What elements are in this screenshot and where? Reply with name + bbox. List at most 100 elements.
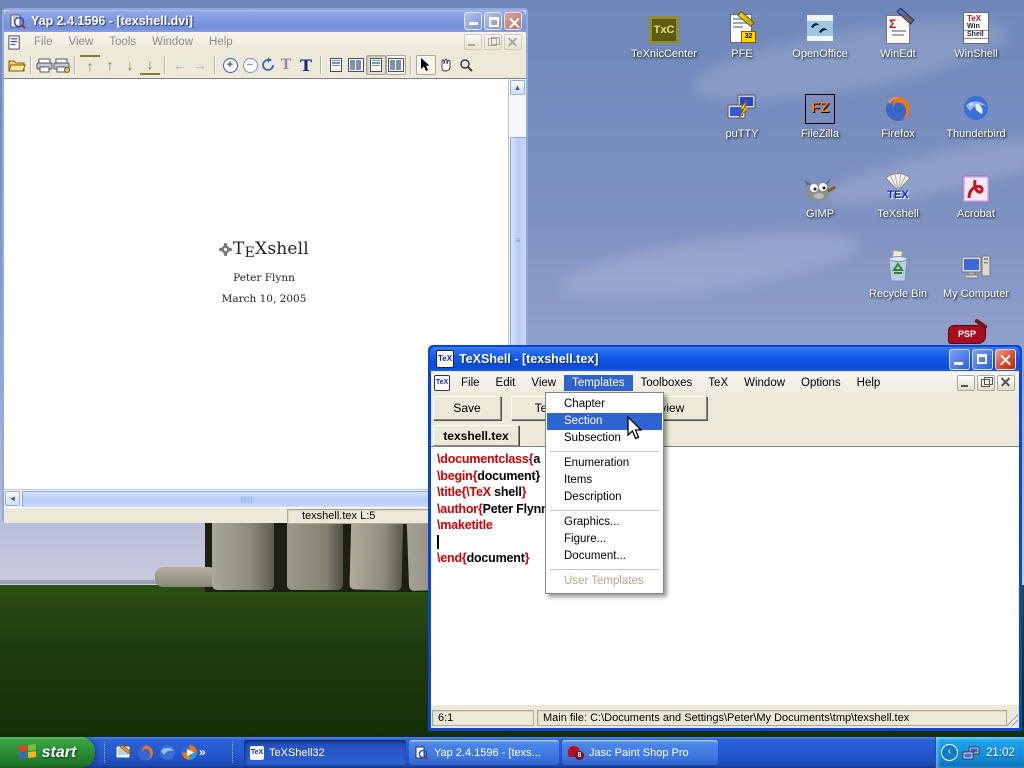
toolbar-drag-handle[interactable] bbox=[232, 742, 236, 763]
yap-menu-tools[interactable]: Tools bbox=[101, 36, 144, 48]
pointer-tool-icon[interactable] bbox=[416, 55, 436, 75]
editor-area[interactable]: \documentclass{a \begin{document} \title… bbox=[431, 446, 1019, 705]
desktop-icon-texniccenter[interactable]: TxC TeXnicCenter bbox=[626, 8, 702, 62]
winshell-icon: TeX Win Shell bbox=[938, 8, 1014, 44]
first-page-icon[interactable]: ↑ bbox=[80, 55, 100, 75]
desktop-icon-thunderbird[interactable]: Thunderbird bbox=[938, 88, 1014, 142]
next-page-icon[interactable]: ↓ bbox=[120, 55, 140, 75]
scroll-up-icon[interactable]: ▲ bbox=[510, 80, 525, 95]
desktop-icon-winedt[interactable]: Σ WinEdt bbox=[860, 8, 936, 62]
ts-menu-edit[interactable]: Edit bbox=[488, 375, 524, 391]
ruler-tool-icon[interactable]: T bbox=[276, 55, 296, 75]
back-icon[interactable]: ← bbox=[170, 55, 190, 75]
ts-menu-toolboxes[interactable]: Toolboxes bbox=[633, 375, 701, 391]
zoom-in-icon[interactable]: + bbox=[220, 55, 240, 75]
scroll-left-icon[interactable]: ◄ bbox=[5, 491, 20, 506]
hand-tool-icon[interactable] bbox=[436, 55, 456, 75]
mdi-minimize-button[interactable] bbox=[957, 375, 975, 391]
ts-menu-templates[interactable]: Templates bbox=[564, 375, 632, 391]
start-button[interactable]: start bbox=[0, 737, 95, 768]
taskbar-button-paint-shop-pro[interactable]: 8 Jasc Paint Shop Pro bbox=[562, 740, 718, 765]
task-label: TeXShell32 bbox=[269, 747, 325, 759]
texshell-mdi-doc-icon: TeX bbox=[434, 375, 450, 391]
menu-item-figure[interactable]: Figure... bbox=[547, 531, 662, 548]
menu-item-description[interactable]: Description bbox=[547, 489, 662, 506]
texshell-minimize-button[interactable] bbox=[949, 349, 970, 370]
menu-item-graphics[interactable]: Graphics... bbox=[547, 514, 662, 531]
mdi-close-button[interactable] bbox=[997, 375, 1015, 391]
desktop-icon-pfe[interactable]: 32 PFE bbox=[704, 8, 780, 62]
yap-menu-window[interactable]: Window bbox=[144, 36, 201, 48]
firefox-quicklaunch-icon[interactable] bbox=[136, 743, 155, 762]
desktop-icon-my-computer[interactable]: My Computer bbox=[938, 248, 1014, 302]
save-button[interactable]: Save bbox=[433, 396, 501, 420]
facing-pages-view-icon[interactable] bbox=[346, 55, 366, 75]
media-player-icon[interactable] bbox=[180, 743, 199, 762]
open-file-icon[interactable] bbox=[8, 57, 26, 73]
desktop-icon-gimp[interactable]: GIMP bbox=[782, 168, 858, 222]
yap-vscroll-thumb[interactable]: ≡ bbox=[510, 137, 527, 349]
show-desktop-icon[interactable] bbox=[114, 743, 133, 762]
yap-menu-file[interactable]: File bbox=[26, 36, 61, 48]
single-page-view-icon[interactable] bbox=[326, 55, 346, 75]
acrobat-icon bbox=[938, 168, 1014, 204]
editor-line: \documentclass{a bbox=[437, 451, 540, 467]
texshell-titlebar[interactable]: TeX TeXShell - [texshell.tex] bbox=[430, 347, 1020, 371]
desktop-icon-openoffice[interactable]: OpenOffice bbox=[782, 8, 858, 62]
toolbar-drag-handle[interactable] bbox=[104, 742, 108, 763]
yap-titlebar[interactable]: Yap 2.4.1596 - [texshell.dvi] bbox=[4, 10, 526, 32]
resize-grip[interactable] bbox=[1006, 714, 1018, 726]
mdi-restore-button[interactable] bbox=[977, 375, 995, 391]
ts-menu-help[interactable]: Help bbox=[849, 375, 889, 391]
forward-icon[interactable]: → bbox=[190, 55, 210, 75]
desktop-icon-firefox[interactable]: Firefox bbox=[860, 88, 936, 142]
taskbar-button-texshell32[interactable]: TeX TeXShell32 bbox=[244, 740, 406, 765]
ts-menu-window[interactable]: Window bbox=[736, 375, 793, 391]
menu-item-items[interactable]: Items bbox=[547, 472, 662, 489]
magnifier-tool-icon[interactable] bbox=[456, 55, 476, 75]
ts-menu-options[interactable]: Options bbox=[793, 375, 849, 391]
desktop-icon-putty[interactable]: puTTY bbox=[704, 88, 780, 142]
yap-hscroll-thumb[interactable]: |||| bbox=[22, 491, 472, 508]
menu-item-enumeration[interactable]: Enumeration bbox=[547, 455, 662, 472]
network-status-icon[interactable] bbox=[962, 745, 980, 761]
yap-minimize-button[interactable] bbox=[464, 12, 482, 30]
desktop-icon-filezilla[interactable]: FZ FileZilla bbox=[782, 88, 858, 142]
menu-item-chapter[interactable]: Chapter bbox=[547, 396, 662, 413]
refresh-icon[interactable] bbox=[260, 57, 276, 73]
menu-item-user-templates[interactable]: User Templates bbox=[547, 573, 662, 590]
yap-maximize-button[interactable] bbox=[484, 12, 502, 30]
tab-texshell-tex[interactable]: texshell.tex bbox=[433, 425, 519, 446]
taskbar-button-yap[interactable]: Yap 2.4.1596 - [texs... bbox=[409, 740, 559, 765]
desktop-icon-paint-shop-pro[interactable]: PSP bbox=[948, 322, 988, 344]
print-range-icon[interactable] bbox=[53, 58, 70, 73]
desktop-icon-winshell[interactable]: TeX Win Shell WinShell bbox=[938, 8, 1014, 62]
quicklaunch-overflow-chevron-icon[interactable]: » bbox=[199, 745, 206, 759]
print-icon[interactable] bbox=[36, 58, 53, 73]
menu-item-document[interactable]: Document... bbox=[547, 548, 662, 565]
desktop-icon-acrobat[interactable]: Acrobat bbox=[938, 168, 1014, 222]
yap-menu-help[interactable]: Help bbox=[201, 36, 241, 48]
previous-page-icon[interactable]: ↑ bbox=[100, 55, 120, 75]
texshell-close-button[interactable] bbox=[995, 349, 1016, 370]
tray-collapse-chevron-icon[interactable]: ‹ bbox=[941, 744, 958, 761]
desktop-icon-recycle-bin[interactable]: Recycle Bin bbox=[860, 248, 936, 302]
ts-menu-tex[interactable]: TeX bbox=[700, 375, 736, 391]
continuous-view-icon[interactable] bbox=[366, 55, 386, 75]
ts-menu-view[interactable]: View bbox=[523, 375, 564, 391]
texshell-app-icon: TeX bbox=[436, 350, 454, 368]
texshell-logo-glyph bbox=[219, 243, 232, 256]
last-page-icon[interactable]: ↓ bbox=[140, 55, 160, 75]
yap-close-button[interactable] bbox=[504, 12, 522, 30]
desktop-icon-texshell[interactable]: TEX TeXshell bbox=[860, 168, 936, 222]
zoom-out-icon[interactable]: − bbox=[240, 55, 260, 75]
yap-window-title: Yap 2.4.1596 - [texshell.dvi] bbox=[31, 14, 464, 28]
editor-line: \end{document} bbox=[437, 550, 529, 566]
yap-menu-view[interactable]: View bbox=[61, 36, 102, 48]
editor-line: \author{Peter Flynn} bbox=[437, 501, 553, 517]
texshell-maximize-button[interactable] bbox=[972, 349, 993, 370]
ts-menu-file[interactable]: File bbox=[453, 375, 488, 391]
text-tool-icon[interactable]: T bbox=[296, 55, 316, 75]
thunderbird-quicklaunch-icon[interactable] bbox=[158, 743, 177, 762]
continuous-facing-view-icon[interactable] bbox=[386, 55, 406, 75]
